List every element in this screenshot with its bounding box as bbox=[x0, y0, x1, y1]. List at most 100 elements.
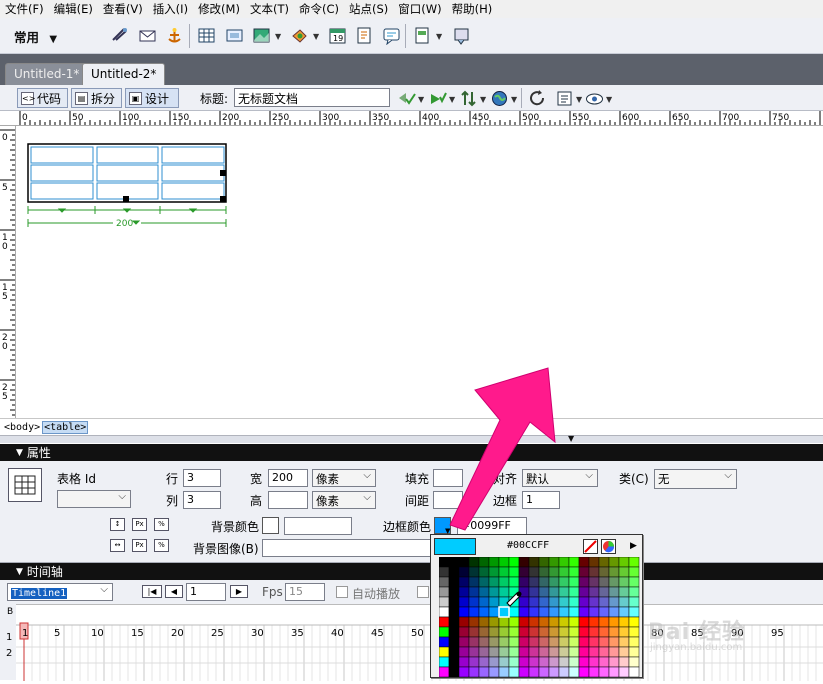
color-swatch[interactable] bbox=[508, 656, 520, 668]
color-swatch[interactable] bbox=[439, 616, 450, 628]
color-swatch[interactable] bbox=[608, 586, 620, 598]
color-swatch[interactable] bbox=[568, 566, 580, 578]
no-color-icon[interactable] bbox=[583, 539, 598, 554]
color-swatch[interactable] bbox=[628, 636, 640, 648]
color-swatch[interactable] bbox=[458, 596, 470, 608]
color-swatch[interactable] bbox=[578, 656, 590, 668]
color-swatch[interactable] bbox=[548, 666, 560, 677]
color-swatch[interactable] bbox=[608, 666, 620, 677]
color-swatch[interactable] bbox=[448, 586, 460, 598]
color-swatch[interactable] bbox=[548, 626, 560, 638]
chevron-down-icon[interactable]: ▼ bbox=[313, 32, 319, 41]
color-swatch[interactable] bbox=[508, 666, 520, 677]
color-swatch[interactable] bbox=[478, 576, 490, 588]
email-link-icon[interactable] bbox=[138, 26, 157, 45]
color-swatch[interactable] bbox=[568, 656, 580, 668]
color-swatch[interactable] bbox=[448, 626, 460, 638]
color-swatch[interactable] bbox=[608, 656, 620, 668]
color-swatch[interactable] bbox=[498, 566, 510, 578]
color-swatch[interactable] bbox=[448, 616, 460, 628]
height-input[interactable] bbox=[268, 491, 308, 509]
code-view-button[interactable]: <> 代码 bbox=[17, 88, 68, 108]
chevron-down-icon[interactable]: ▼ bbox=[418, 95, 424, 104]
color-swatch[interactable] bbox=[588, 576, 600, 588]
table-cell[interactable] bbox=[30, 182, 94, 200]
color-swatch[interactable] bbox=[538, 656, 550, 668]
color-swatch[interactable] bbox=[538, 606, 550, 618]
convert-widths-px-icon[interactable]: Px bbox=[132, 518, 147, 531]
color-swatch[interactable] bbox=[439, 666, 450, 677]
color-swatch[interactable] bbox=[528, 557, 540, 568]
color-swatch[interactable] bbox=[458, 646, 470, 658]
preview-browser-icon[interactable] bbox=[490, 89, 509, 108]
color-swatch[interactable] bbox=[608, 576, 620, 588]
color-swatch[interactable] bbox=[458, 626, 470, 638]
color-swatch[interactable] bbox=[588, 656, 600, 668]
color-swatch[interactable] bbox=[618, 606, 630, 618]
color-swatch[interactable] bbox=[598, 566, 610, 578]
color-swatch[interactable] bbox=[448, 646, 460, 658]
color-swatch[interactable] bbox=[578, 616, 590, 628]
color-swatch[interactable] bbox=[458, 557, 470, 568]
color-swatch[interactable] bbox=[618, 586, 630, 598]
color-swatch[interactable] bbox=[548, 596, 560, 608]
color-swatch[interactable] bbox=[608, 557, 620, 568]
color-swatch[interactable] bbox=[478, 656, 490, 668]
color-swatch[interactable] bbox=[488, 656, 500, 668]
chevron-down-icon[interactable]: ▼ bbox=[480, 95, 486, 104]
color-swatch[interactable] bbox=[558, 606, 570, 618]
color-swatch[interactable] bbox=[488, 606, 500, 618]
color-swatch[interactable] bbox=[608, 636, 620, 648]
comment-icon[interactable] bbox=[355, 26, 374, 45]
chevron-down-icon[interactable]: ▼ bbox=[606, 95, 612, 104]
color-swatch[interactable] bbox=[538, 557, 550, 568]
media-icon[interactable] bbox=[290, 26, 309, 45]
color-swatch[interactable] bbox=[518, 606, 530, 618]
image-icon[interactable] bbox=[252, 26, 271, 45]
chevron-down-icon[interactable]: ▼ bbox=[449, 95, 455, 104]
chevron-down-icon[interactable]: ▼ bbox=[275, 32, 281, 41]
color-swatch[interactable] bbox=[528, 586, 540, 598]
named-anchor-icon[interactable] bbox=[165, 26, 184, 45]
autoplay-checkbox[interactable] bbox=[336, 586, 348, 598]
menu-item-4[interactable]: 修改(M) bbox=[193, 1, 245, 17]
color-swatch[interactable] bbox=[578, 666, 590, 677]
color-swatch[interactable] bbox=[628, 616, 640, 628]
timeline-panel-header[interactable]: ▼ 时间轴 bbox=[0, 563, 823, 580]
rewind-icon[interactable]: |◀ bbox=[142, 585, 162, 598]
color-swatch[interactable] bbox=[508, 646, 520, 658]
color-swatch[interactable] bbox=[518, 616, 530, 628]
color-swatch[interactable] bbox=[548, 606, 560, 618]
color-swatch[interactable] bbox=[439, 636, 450, 648]
color-swatch[interactable] bbox=[488, 557, 500, 568]
color-swatch[interactable] bbox=[508, 636, 520, 648]
color-swatch[interactable] bbox=[618, 566, 630, 578]
color-swatch[interactable] bbox=[439, 646, 450, 658]
color-swatch[interactable] bbox=[588, 636, 600, 648]
color-swatch[interactable] bbox=[468, 646, 480, 658]
color-swatch[interactable] bbox=[608, 606, 620, 618]
color-swatch[interactable] bbox=[528, 636, 540, 648]
color-swatch[interactable] bbox=[558, 616, 570, 628]
color-swatch[interactable] bbox=[558, 626, 570, 638]
color-swatch[interactable] bbox=[548, 576, 560, 588]
color-swatch[interactable] bbox=[618, 557, 630, 568]
color-swatch[interactable] bbox=[618, 636, 630, 648]
color-swatch[interactable] bbox=[578, 596, 590, 608]
color-swatch[interactable] bbox=[558, 576, 570, 588]
color-swatch[interactable] bbox=[468, 606, 480, 618]
template-icon[interactable] bbox=[413, 26, 432, 45]
color-swatch[interactable] bbox=[518, 636, 530, 648]
color-swatch[interactable] bbox=[568, 557, 580, 568]
chevron-down-icon[interactable]: ▼ bbox=[436, 32, 442, 41]
convert-heights-percent-icon[interactable]: % bbox=[154, 539, 169, 552]
hyperlink-icon[interactable] bbox=[110, 26, 129, 45]
color-swatch[interactable] bbox=[588, 616, 600, 628]
color-swatch[interactable] bbox=[518, 576, 530, 588]
color-swatch[interactable] bbox=[618, 616, 630, 628]
color-swatch[interactable] bbox=[558, 586, 570, 598]
color-swatch[interactable] bbox=[568, 576, 580, 588]
height-unit-select[interactable]: 像素 ⌵ bbox=[312, 491, 376, 509]
color-swatch[interactable] bbox=[439, 566, 450, 578]
cols-input[interactable]: 3 bbox=[183, 491, 221, 509]
